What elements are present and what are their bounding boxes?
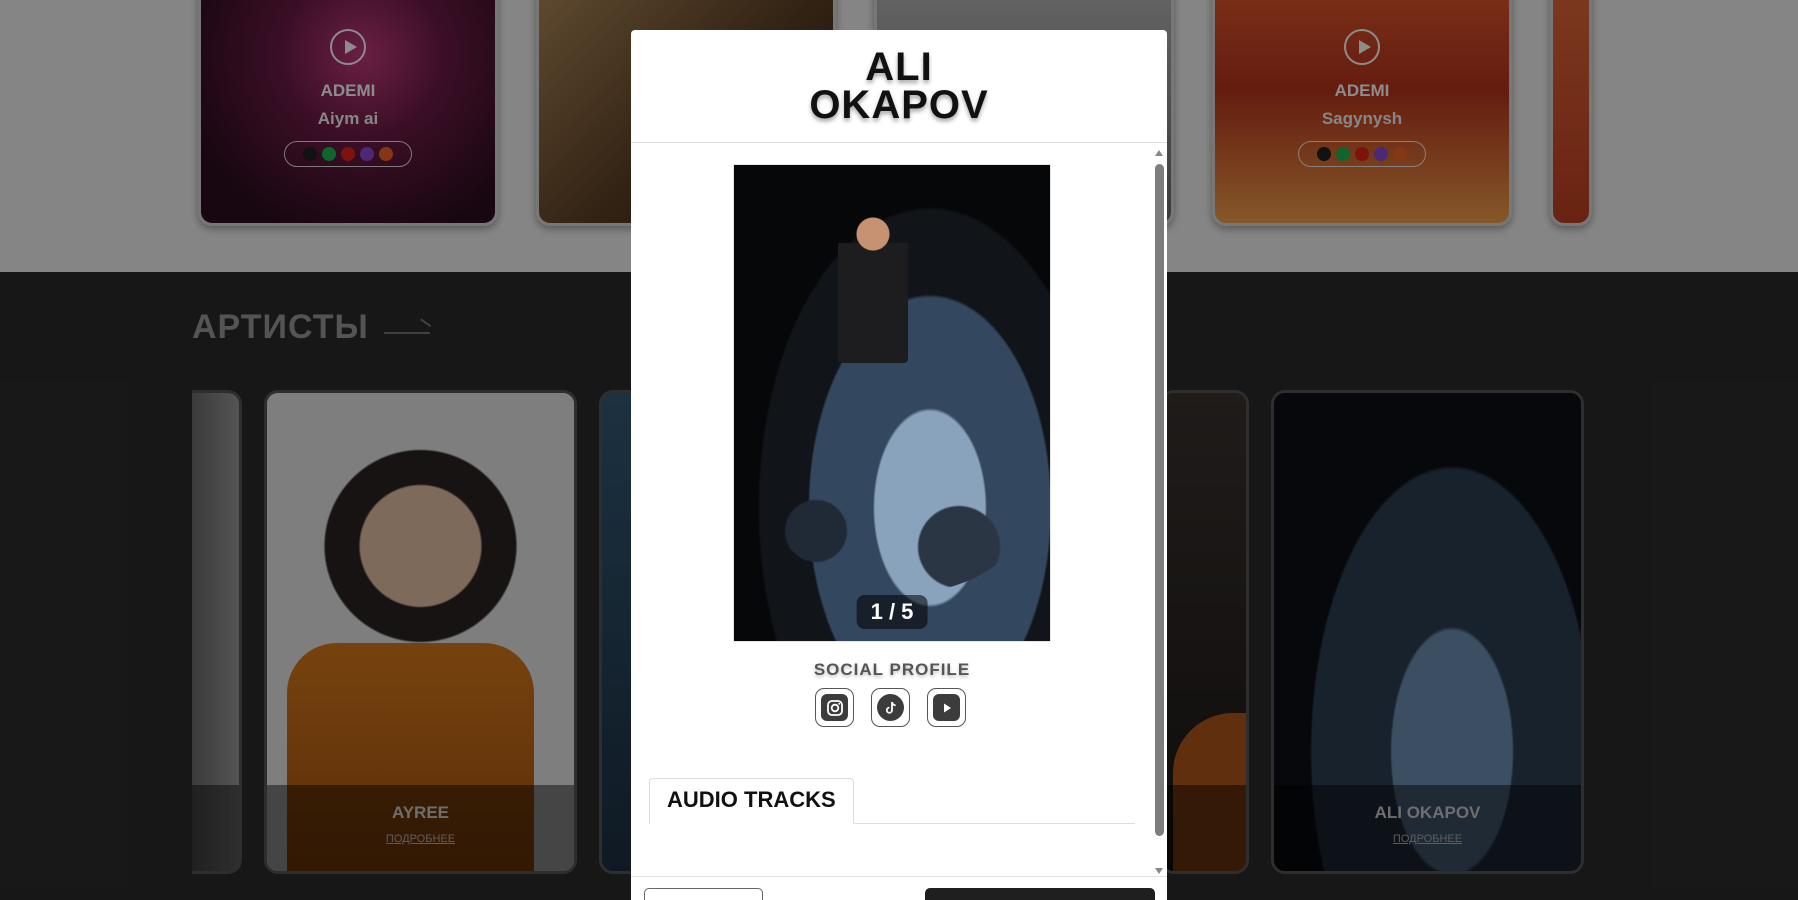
youtube-icon	[933, 694, 960, 721]
close-button[interactable]	[644, 888, 763, 900]
modal-title-line2: OKAPOV	[809, 83, 989, 127]
modal-scrollbar[interactable]	[1154, 148, 1165, 874]
tab-audio-tracks[interactable]: AUDIO TRACKS	[649, 778, 854, 824]
modal-footer	[631, 876, 1167, 900]
scrollbar-thumb[interactable]	[1155, 164, 1164, 836]
primary-button[interactable]	[925, 888, 1155, 900]
scroll-up-icon[interactable]	[1155, 150, 1163, 156]
instagram-icon	[821, 694, 848, 721]
tiktok-icon	[877, 694, 904, 721]
social-links	[815, 688, 966, 727]
instagram-button[interactable]	[815, 688, 854, 727]
modal-body[interactable]: 1 / 5 SOCIAL PROFILE AUDIO TRACKS	[631, 144, 1167, 875]
scroll-down-icon[interactable]	[1155, 868, 1163, 874]
youtube-button[interactable]	[927, 688, 966, 727]
modal-title-line1: ALI	[865, 45, 933, 89]
artist-modal: ALI OKAPOV 1 / 5 SOCIAL PROFILE AUDIO TR…	[631, 30, 1167, 900]
social-profile-title: SOCIAL PROFILE	[813, 660, 971, 679]
modal-tabs: AUDIO TRACKS	[649, 778, 1135, 824]
photo-carousel[interactable]: 1 / 5	[733, 164, 1051, 642]
motorcycle-shape	[764, 435, 1024, 595]
modal-header: ALI OKAPOV	[631, 30, 1167, 143]
rider-figure	[838, 213, 908, 363]
tiktok-button[interactable]	[871, 688, 910, 727]
slide-counter: 1 / 5	[856, 595, 928, 629]
